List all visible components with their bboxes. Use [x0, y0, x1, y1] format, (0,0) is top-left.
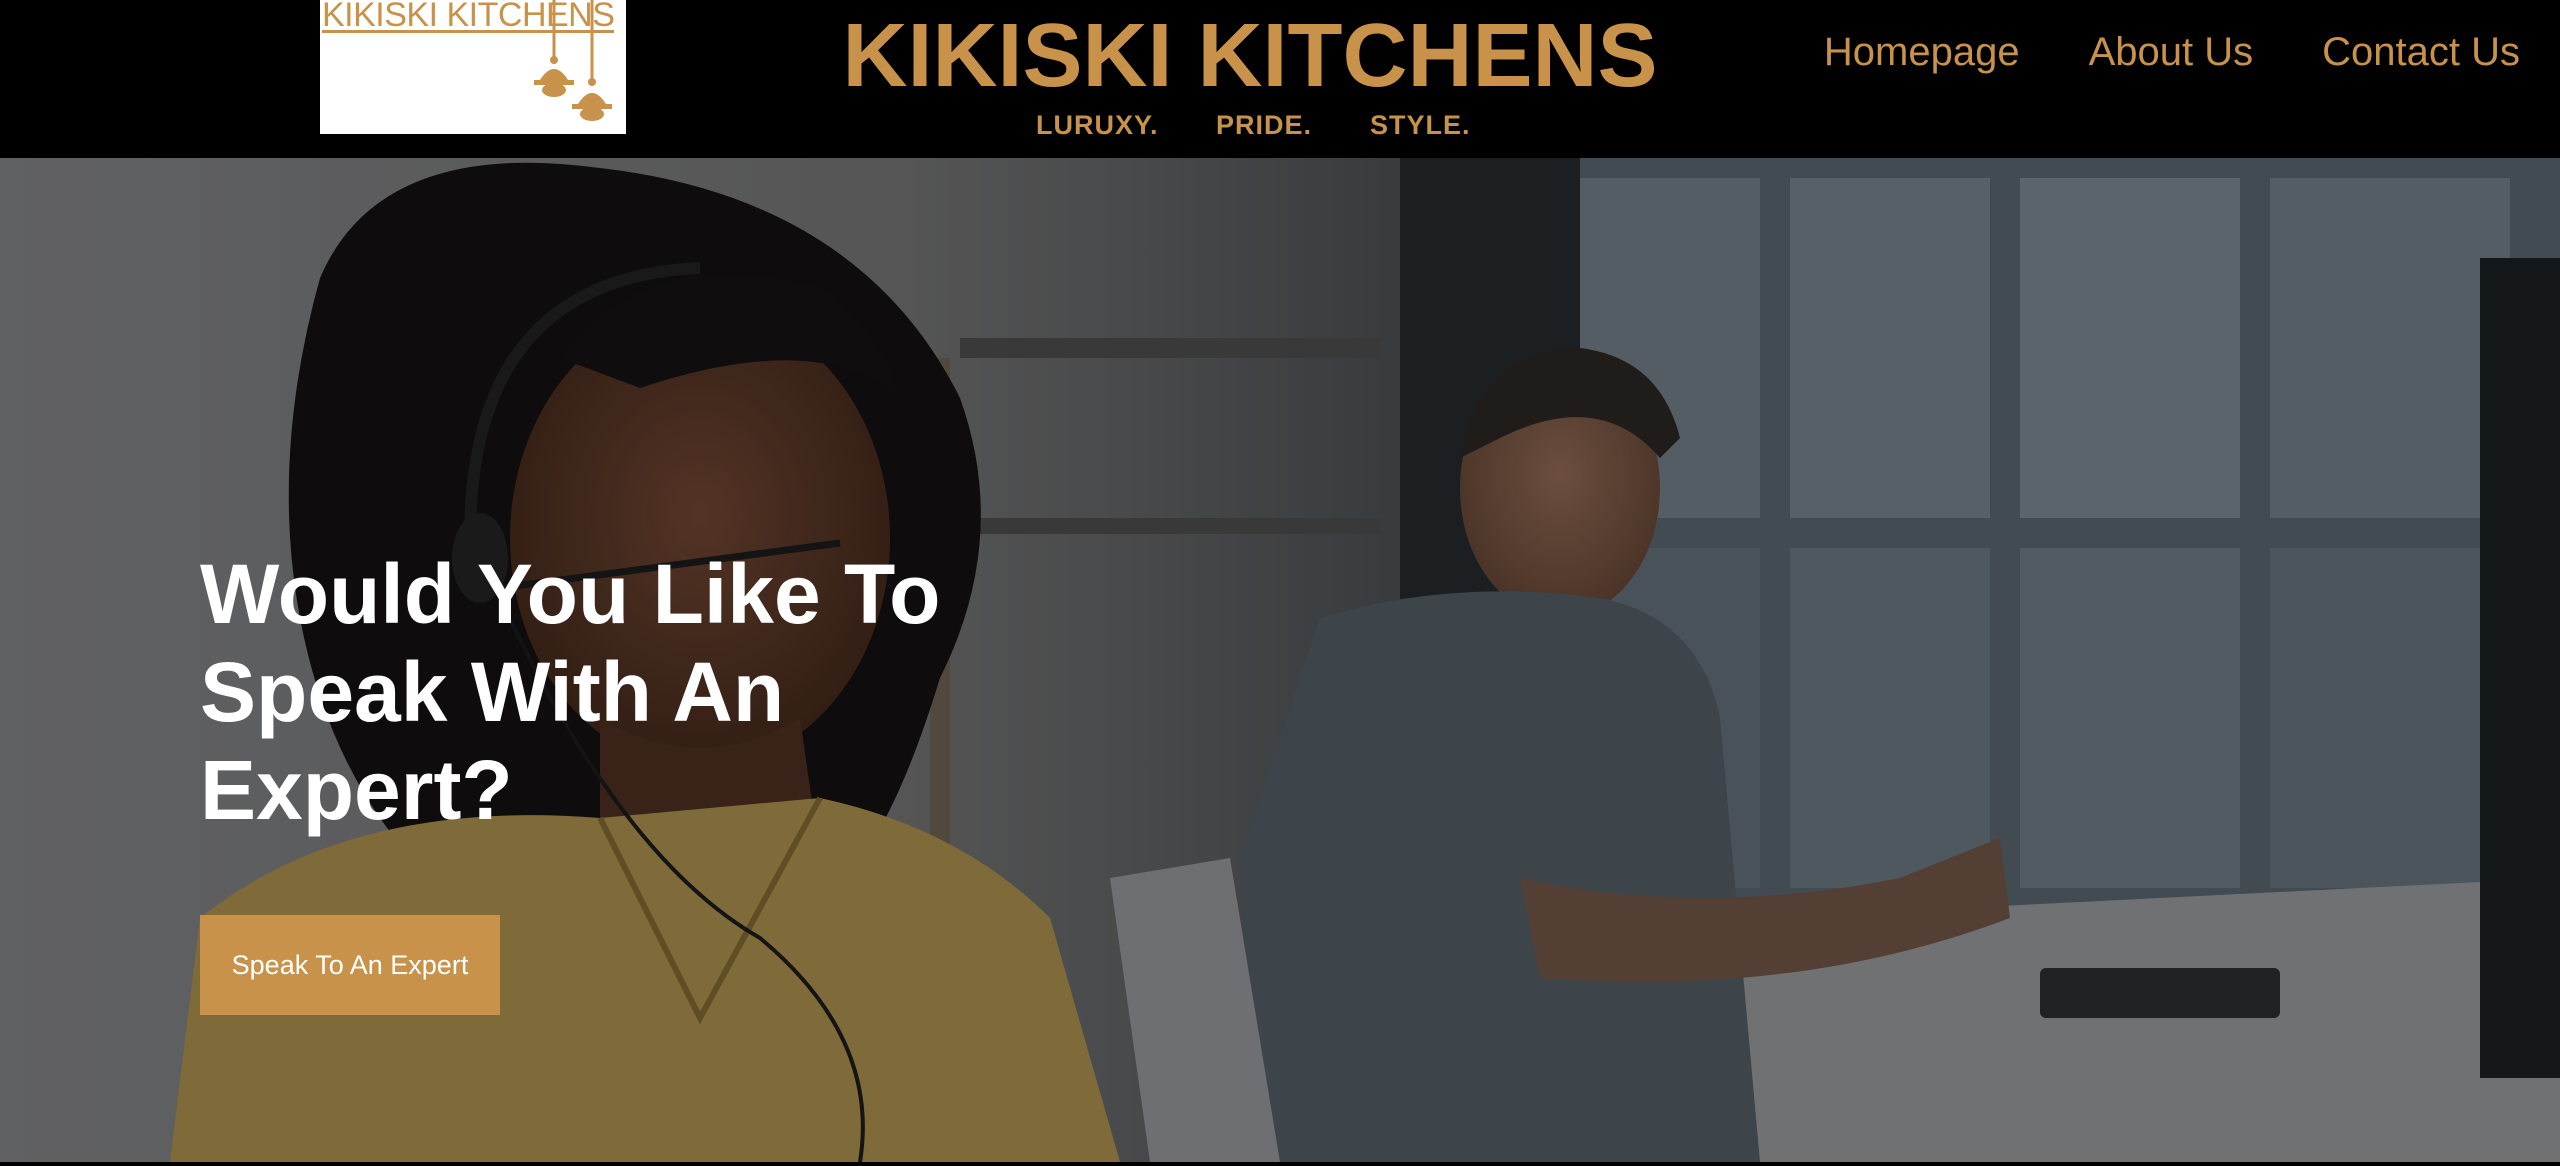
- tagline-style: STYLE.: [1370, 110, 1471, 140]
- tagline-luxury: LURUXY.: [1036, 110, 1159, 140]
- nav-homepage[interactable]: Homepage: [1824, 28, 2020, 78]
- bottom-border: [0, 1162, 2560, 1166]
- hero-section: Would You Like To Speak With An Expert? …: [0, 158, 2560, 1162]
- speak-to-expert-button[interactable]: Speak To An Expert: [200, 915, 500, 1015]
- tagline-pride: PRIDE.: [1216, 110, 1313, 140]
- hero-heading: Would You Like To Speak With An Expert?: [200, 547, 941, 837]
- pendant-lamps-icon: [534, 0, 612, 121]
- logo[interactable]: KIKISKI KITCHENS: [320, 0, 626, 134]
- main-nav: Homepage About Us Contact Us: [1755, 28, 2520, 78]
- nav-contact-us[interactable]: Contact Us: [2322, 28, 2520, 78]
- brand-title: KIKISKI KITCHENS: [842, 6, 1658, 106]
- nav-about-us[interactable]: About Us: [2089, 28, 2254, 78]
- site-header: KIKISKI KITCHENS KIKISKI KITCHENS LURUXY…: [0, 0, 2560, 158]
